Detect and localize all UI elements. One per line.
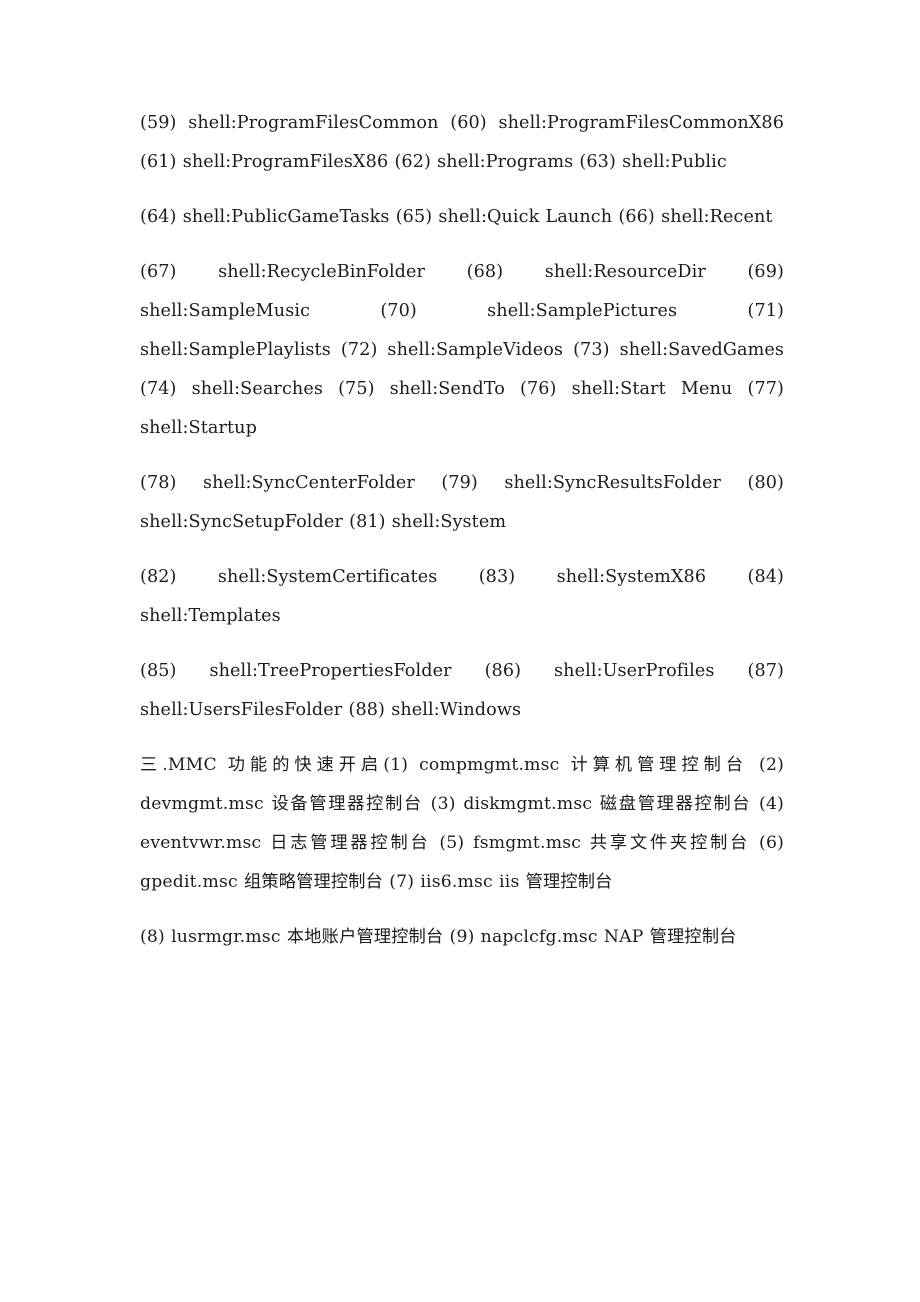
paragraph-shell-commands-59-63: (59) shell:ProgramFilesCommon (60) shell… [140,113,784,172]
paragraph-shell-commands-64-66: (64) shell:PublicGameTasks (65) shell:Qu… [140,207,773,227]
document-text-body: (59) shell:ProgramFilesCommon (60) shell… [140,104,784,974]
paragraph-mmc-items-8-9: (8) lusrmgr.msc 本地账户管理控制台 (9) napclcfg.m… [140,927,737,947]
paragraph-shell-commands-78-81: (78) shell:SyncCenterFolder (79) shell:S… [140,473,784,532]
paragraph-mmc-section-heading-and-items-1-7: 三.MMC 功能的快速开启(1) compmgmt.msc 计算机管理控制台 (… [140,755,784,892]
page-bottom-spacer [140,973,784,974]
document-page: (59) shell:ProgramFilesCommon (60) shell… [0,0,920,1302]
paragraph-shell-commands-82-84: (82) shell:SystemCertificates (83) shell… [140,567,784,626]
paragraph-shell-commands-67-77: (67) shell:RecycleBinFolder (68) shell:R… [140,262,784,438]
paragraph-shell-commands-85-88: (85) shell:TreePropertiesFolder (86) she… [140,661,784,720]
